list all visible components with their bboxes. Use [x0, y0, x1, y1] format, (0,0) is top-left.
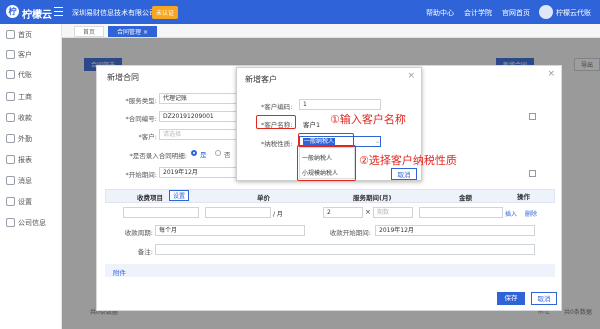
nav-academy[interactable]: 会计学院: [464, 8, 492, 18]
sidebar-item-message[interactable]: 消息: [0, 172, 62, 190]
annotation-step-1: ①输入客户名称: [330, 113, 406, 126]
menu-icon[interactable]: [54, 7, 63, 16]
sidebar-item-company[interactable]: 公司信息: [0, 214, 62, 232]
ledger-icon: [6, 70, 15, 79]
remark-input[interactable]: [155, 244, 535, 255]
sidebar-item-payment[interactable]: 收款: [0, 109, 62, 127]
home-icon: [6, 30, 15, 39]
settings-button[interactable]: 设置: [169, 190, 190, 201]
unit-label: / 月: [273, 211, 283, 218]
remark-label: 备注:: [137, 248, 153, 256]
customer-dialog-title: 新增客户: [245, 75, 277, 84]
nav-official[interactable]: 官网首页: [502, 8, 530, 18]
company-icon: [6, 218, 15, 227]
sidebar-item-settings[interactable]: 设置: [0, 193, 62, 211]
sidebar: 首页 客户 代账 工商 收款 外勤 报表 消息 设置 公司信息: [0, 24, 62, 329]
pay-start-input[interactable]: 2019年12月: [375, 225, 535, 236]
tab-contract[interactable]: 合同管理 ×: [108, 26, 157, 37]
col-header-months: 服务期间(月): [353, 194, 392, 202]
user-icon: [6, 50, 15, 59]
top-bar: 柠 柠檬云 深圳易财信息技术有限公司 未认证 帮助中心 会计学院 官网首页 柠檬…: [0, 0, 600, 24]
close-icon[interactable]: ×: [407, 71, 415, 81]
start-period-label: *开始期间:: [125, 171, 157, 179]
sidebar-item-bookkeeping[interactable]: 代账: [0, 66, 62, 84]
sidebar-item-customer[interactable]: 客户: [0, 46, 62, 64]
attachment-label[interactable]: 附件: [113, 267, 126, 277]
radio-yes-label: 是: [200, 151, 207, 159]
radio-yes[interactable]: [191, 150, 197, 156]
pay-period-select[interactable]: 每个月: [155, 225, 305, 236]
money-icon: [6, 113, 15, 122]
col-header-price: 单价: [257, 194, 270, 202]
customer-name-input[interactable]: 客户1: [303, 119, 320, 129]
radio-no[interactable]: [215, 150, 221, 156]
annotation-step-2: ②选择客户纳税性质: [359, 154, 457, 167]
sidebar-item-home[interactable]: 首页: [0, 26, 62, 44]
logo-text: 柠檬云: [22, 10, 52, 21]
insert-link[interactable]: 插入: [505, 209, 517, 218]
nav-help[interactable]: 帮助中心: [426, 8, 454, 18]
customer-label: *客户:: [138, 133, 157, 141]
radio-no-label: 否: [224, 151, 231, 159]
highlight-box-tax-options: [297, 145, 356, 181]
close-icon[interactable]: ×: [143, 29, 148, 36]
close-icon[interactable]: ×: [547, 69, 555, 79]
report-icon: [6, 155, 15, 164]
save-button[interactable]: 保存: [497, 292, 525, 305]
logo-icon: 柠: [6, 5, 19, 18]
company-name[interactable]: 深圳易财信息技术有限公司: [72, 8, 156, 18]
amount-input[interactable]: [419, 207, 503, 218]
tab-home[interactable]: 首页: [74, 26, 105, 37]
bell-icon: [6, 176, 15, 185]
customer-code-label: *客户编码:: [261, 103, 293, 111]
months-input[interactable]: 2: [323, 207, 363, 218]
sidebar-item-field[interactable]: 外勤: [0, 130, 62, 148]
avatar[interactable]: [539, 5, 553, 19]
gear-icon: [6, 197, 15, 206]
multiply-sign: ×: [365, 208, 371, 216]
col-header-ops: 操作: [517, 193, 530, 201]
periods-input[interactable]: 期数: [373, 207, 413, 218]
calendar-icon[interactable]: [529, 113, 536, 120]
contract-no-label: *合同编号:: [125, 115, 157, 123]
col-header-amount: 金额: [459, 194, 472, 202]
dialog-title: 新增合同: [107, 73, 139, 82]
cancel-button[interactable]: 取消: [531, 292, 557, 305]
item-select[interactable]: [123, 207, 199, 218]
customer-cancel-button[interactable]: 取消: [391, 168, 417, 180]
chevron-down-icon[interactable]: ⌄: [375, 138, 380, 145]
col-header-item: 收费项目: [137, 194, 163, 202]
business-icon: [6, 92, 15, 101]
service-type-label: *服务类型:: [125, 97, 157, 105]
tax-type-label: *纳税性质:: [261, 140, 293, 148]
sidebar-item-business[interactable]: 工商: [0, 88, 62, 106]
detail-label: *是否录入合同明细:: [129, 152, 187, 160]
pay-start-label: 收款开始期间:: [329, 229, 371, 237]
pay-period-label: 收款周期:: [124, 229, 153, 237]
customer-code-input[interactable]: 1: [299, 99, 381, 110]
sidebar-item-report[interactable]: 报表: [0, 151, 62, 169]
highlight-box-name-label: [256, 115, 296, 129]
delete-link[interactable]: 删除: [525, 209, 537, 218]
tabs-row: 首页 合同管理 ×: [62, 24, 600, 38]
field-icon: [6, 134, 15, 143]
calendar-icon[interactable]: [529, 170, 536, 177]
start-period-input[interactable]: 2019年12月: [159, 167, 239, 178]
attachment-bar: [105, 264, 555, 277]
user-name[interactable]: 柠檬云代账: [556, 8, 591, 18]
price-input[interactable]: [205, 207, 271, 218]
cert-badge[interactable]: 未认证: [152, 6, 179, 19]
